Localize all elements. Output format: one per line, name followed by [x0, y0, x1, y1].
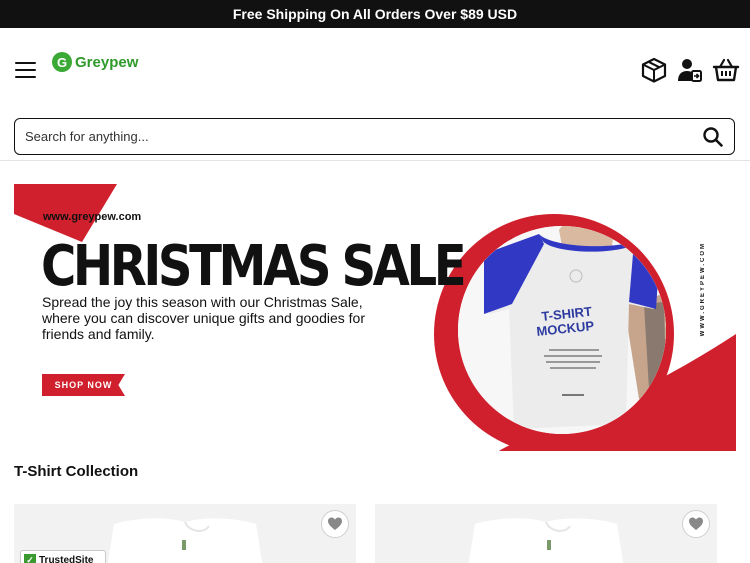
logo-text: Greypew: [75, 53, 139, 71]
banner-url: www.greypew.com: [43, 211, 142, 223]
banner-title: CHRISTMAS SALE: [41, 234, 467, 299]
trustedsite-label: TrustedSite: [39, 554, 94, 563]
check-icon: ✓: [24, 554, 36, 563]
logo-mark: G: [52, 52, 72, 72]
announcement-text: Free Shipping On All Orders Over $89 USD: [232, 6, 518, 22]
heart-icon: [328, 517, 342, 530]
site-logo[interactable]: G Greypew: [52, 52, 138, 72]
heart-icon: [689, 517, 703, 530]
wishlist-button[interactable]: [321, 510, 349, 538]
trustedsite-badge[interactable]: ✓ TrustedSite: [20, 550, 106, 563]
site-header: G Greypew: [0, 28, 750, 110]
product-image: [468, 518, 624, 563]
cart-icon[interactable]: [712, 56, 740, 84]
package-icon[interactable]: [640, 56, 668, 84]
section-title: T-Shirt Collection: [14, 463, 139, 480]
banner-description: Spread the joy this season with our Chri…: [42, 294, 365, 342]
search-bar: [14, 118, 735, 155]
search-input[interactable]: [25, 129, 702, 144]
account-icon[interactable]: [675, 56, 703, 84]
header-divider: [0, 160, 750, 161]
promo-banner[interactable]: T-SHIRT MOCKUP www.greypew.com CHRISTMAS…: [14, 184, 736, 451]
search-icon[interactable]: [702, 126, 724, 148]
banner-vertical-url: WWW.GREYPEW.COM: [700, 242, 706, 337]
shop-now-button[interactable]: SHOP NOW: [42, 374, 125, 396]
product-card[interactable]: [375, 504, 717, 563]
menu-icon[interactable]: [15, 62, 36, 78]
wishlist-button[interactable]: [682, 510, 710, 538]
announcement-bar: Free Shipping On All Orders Over $89 USD: [0, 0, 750, 28]
